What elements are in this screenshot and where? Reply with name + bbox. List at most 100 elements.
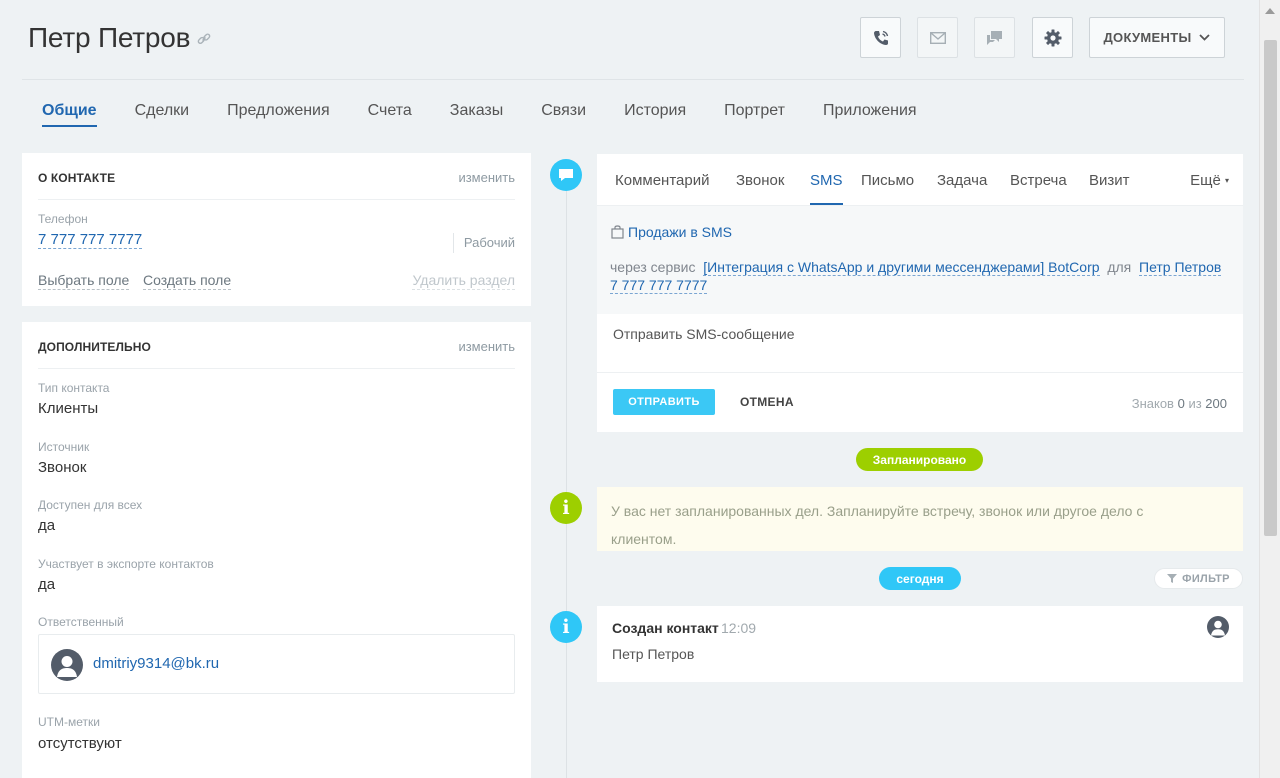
delete-section-link[interactable]: Удалить раздел: [412, 272, 515, 290]
card-header: ДОПОЛНИТЕЛЬНО изменить: [38, 322, 515, 369]
call-button[interactable]: [860, 17, 901, 58]
tab-history[interactable]: История: [624, 100, 686, 130]
sms-meta: Продажи в SMS через сервис [Интеграция с…: [597, 206, 1243, 314]
responsible-email[interactable]: dmitriy9314@bk.ru: [93, 655, 219, 672]
comment-icon: [550, 159, 582, 191]
field-value: Клиенты: [38, 400, 99, 417]
counter-value: 0: [1177, 396, 1185, 411]
chat-icon: [986, 30, 1002, 45]
tab-relations[interactable]: Связи: [541, 100, 586, 130]
more-tabs-button[interactable]: Ещё ▾: [1190, 172, 1229, 189]
tab-quotes[interactable]: Предложения: [227, 100, 330, 130]
tab-deals[interactable]: Сделки: [135, 100, 190, 130]
timeline-event: Создан контакт 12:09 Петр Петров: [597, 606, 1243, 682]
planned-badge: Запланировано: [856, 448, 983, 471]
utm-label: UTM-метки: [38, 715, 100, 729]
sms-message-input[interactable]: Отправить SMS-сообщение: [613, 326, 795, 342]
tab-portrait[interactable]: Портрет: [724, 100, 785, 130]
responsible-box: dmitriy9314@bk.ru: [38, 634, 515, 694]
phone-value[interactable]: 7 777 777 7777: [38, 231, 143, 249]
email-button[interactable]: [917, 17, 958, 58]
info-icon: i: [550, 611, 582, 643]
field-value: Звонок: [38, 459, 87, 476]
link-icon[interactable]: [197, 32, 211, 46]
char-counter: Знаков 0 из 200: [1132, 396, 1227, 411]
sms-provider-label: Продажи в SMS: [628, 224, 733, 240]
sms-provider[interactable]: Продажи в SMS: [611, 224, 732, 240]
contact-page: Петр Петров ДОКУМЕНТЫ Общие Сделки Предл…: [0, 0, 1259, 778]
filter-button[interactable]: ФИЛЬТР: [1154, 568, 1243, 589]
info-icon: i: [550, 492, 582, 524]
bag-icon: [611, 225, 624, 239]
envelope-icon: [929, 31, 946, 44]
responsible-label: Ответственный: [38, 615, 124, 629]
timeline-line: [566, 190, 567, 778]
user-avatar-icon[interactable]: [51, 649, 83, 681]
additional-card: ДОПОЛНИТЕЛЬНО изменить Тип контакта Клие…: [22, 322, 531, 778]
tab-email[interactable]: Письмо: [861, 172, 914, 189]
phone-label: Телефон: [38, 212, 88, 226]
sms-via-line: через сервис [Интеграция с WhatsApp и др…: [610, 258, 1230, 294]
tab-meeting[interactable]: Встреча: [1010, 172, 1067, 189]
tab-task[interactable]: Задача: [937, 172, 987, 189]
tab-orders[interactable]: Заказы: [450, 100, 503, 130]
utm-value: отсутствуют: [38, 735, 122, 752]
editor-divider: [597, 372, 1243, 373]
field-label: Источник: [38, 440, 90, 454]
page-title: Петр Петров: [28, 22, 191, 53]
counter-mid: из: [1188, 396, 1202, 411]
via-service-link[interactable]: [Интеграция с WhatsApp и другими мессенд…: [703, 259, 1100, 276]
event-title: Создан контакт: [612, 620, 719, 636]
filter-icon: [1167, 574, 1178, 583]
chat-button[interactable]: [974, 17, 1015, 58]
event-time: 12:09: [721, 620, 757, 636]
tab-general[interactable]: Общие: [42, 100, 97, 130]
via-phone-link[interactable]: 7 777 777 7777: [610, 277, 708, 294]
today-badge: сегодня: [879, 567, 961, 590]
via-for: для: [1107, 259, 1132, 275]
entity-tabs: Общие Сделки Предложения Счета Заказы Св…: [22, 100, 955, 130]
header-divider: [22, 79, 1244, 80]
create-field-link[interactable]: Создать поле: [143, 272, 232, 290]
gear-icon: [1044, 29, 1061, 46]
more-label: Ещё: [1190, 172, 1221, 189]
editor-tabs: Комментарий Звонок SMS Письмо Задача Вст…: [597, 154, 1243, 206]
author-avatar-icon[interactable]: [1207, 616, 1229, 638]
planned-notice: У вас нет запланированных дел. Запланиру…: [597, 487, 1243, 551]
tab-apps[interactable]: Приложения: [823, 100, 917, 130]
field-value: да: [38, 517, 56, 534]
tab-comment[interactable]: Комментарий: [615, 172, 709, 189]
via-contact-link[interactable]: Петр Петров: [1139, 259, 1222, 276]
documents-button[interactable]: ДОКУМЕНТЫ: [1089, 17, 1225, 58]
about-contact-card: О КОНТАКТЕ изменить Телефон 7 777 777 77…: [22, 153, 531, 306]
event-text[interactable]: Петр Петров: [612, 646, 694, 662]
choose-field-link[interactable]: Выбрать поле: [38, 272, 130, 290]
phone-type: Рабочий: [452, 233, 515, 253]
filter-label: ФИЛЬТР: [1182, 572, 1230, 585]
send-button[interactable]: ОТПРАВИТЬ: [613, 389, 715, 415]
activity-editor: Комментарий Звонок SMS Письмо Задача Вст…: [597, 154, 1243, 432]
tab-visit[interactable]: Визит: [1089, 172, 1130, 189]
via-prefix: через сервис: [610, 259, 696, 275]
settings-button[interactable]: [1032, 17, 1073, 58]
card-header: О КОНТАКТЕ изменить: [38, 153, 515, 200]
scroll-thumb[interactable]: [1264, 40, 1277, 536]
page-scrollbar[interactable]: [1259, 0, 1280, 778]
counter-prefix: Знаков: [1131, 396, 1174, 411]
tab-invoices[interactable]: Счета: [368, 100, 412, 130]
scroll-up-arrow-icon[interactable]: [1265, 8, 1275, 14]
counter-max: 200: [1205, 396, 1227, 411]
tab-sms[interactable]: SMS: [810, 172, 843, 205]
chevron-down-icon: [1199, 34, 1211, 41]
field-label: Доступен для всех: [38, 498, 143, 512]
documents-label: ДОКУМЕНТЫ: [1103, 30, 1192, 45]
caret-down-icon: ▾: [1224, 176, 1229, 185]
planned-notice-text: У вас нет запланированных дел. Запланиру…: [611, 503, 1144, 547]
field-label: Участвует в экспорте контактов: [38, 557, 214, 571]
edit-link[interactable]: изменить: [458, 170, 515, 185]
field-value: да: [38, 576, 56, 593]
card-title: О КОНТАКТЕ: [38, 171, 116, 185]
edit-link[interactable]: изменить: [458, 339, 515, 354]
tab-call[interactable]: Звонок: [736, 172, 784, 189]
cancel-button[interactable]: ОТМЕНА: [740, 395, 794, 409]
